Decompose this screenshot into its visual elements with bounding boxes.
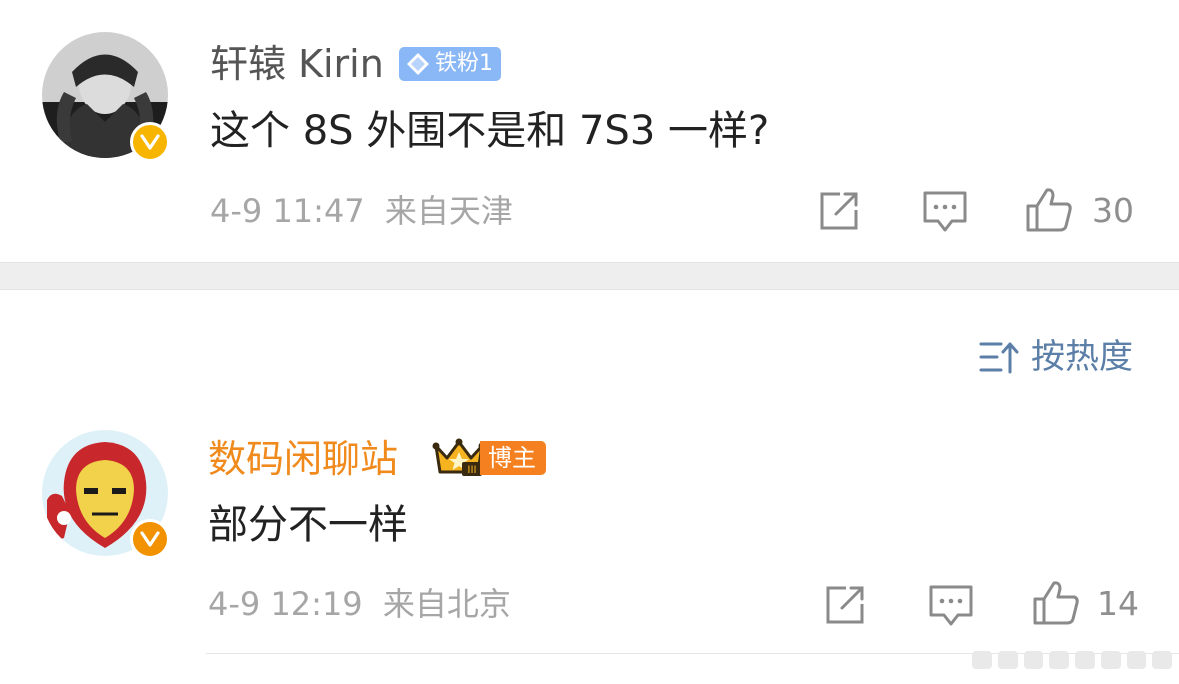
sort-by-hot-button[interactable]: 按热度 bbox=[979, 336, 1133, 378]
time-text: 4-9 11:47 bbox=[210, 192, 365, 230]
comment-icon[interactable] bbox=[928, 584, 974, 628]
crown-icon: III bbox=[432, 438, 486, 476]
verified-badge-icon bbox=[130, 519, 170, 559]
like-icon[interactable] bbox=[1025, 187, 1073, 233]
comment-text: 这个 8S 外围不是和 7S3 一样? bbox=[210, 108, 770, 154]
share-icon[interactable] bbox=[818, 190, 862, 232]
location-text: 来自北京 bbox=[382, 585, 511, 623]
location-text: 来自天津 bbox=[384, 192, 513, 230]
diamond-icon bbox=[407, 53, 429, 75]
share-icon[interactable] bbox=[824, 584, 868, 626]
verified-badge-icon bbox=[130, 122, 170, 162]
comment-icon[interactable] bbox=[922, 190, 968, 234]
section-divider bbox=[0, 262, 1179, 290]
scroll-indicator bbox=[972, 650, 1172, 670]
reply-card: 轩辕 Kirin 铁粉1 这个 8S 外围不是和 7S3 一样? 4-9 11:… bbox=[0, 0, 1179, 262]
fan-badge-label: 铁粉1 bbox=[435, 51, 493, 76]
sort-icon bbox=[979, 342, 1019, 374]
svg-text:III: III bbox=[467, 464, 476, 476]
sort-label: 按热度 bbox=[1031, 337, 1133, 377]
blogger-badge: III 博主 bbox=[432, 438, 546, 478]
comment-text: 部分不一样 bbox=[208, 502, 408, 548]
username[interactable]: 数码闲聊站 bbox=[208, 436, 398, 482]
fan-level-badge: 铁粉1 bbox=[399, 47, 501, 81]
username[interactable]: 轩辕 Kirin bbox=[210, 41, 384, 87]
time-text: 4-9 12:19 bbox=[208, 585, 363, 623]
like-count: 30 bbox=[1092, 191, 1134, 230]
like-count: 14 bbox=[1097, 584, 1139, 623]
comment-time: 4-9 11:47 来自天津 bbox=[210, 191, 513, 231]
like-icon[interactable] bbox=[1032, 580, 1080, 626]
comment-meta: 4-9 12:19 来自北京 bbox=[208, 584, 511, 624]
blogger-badge-label: 博主 bbox=[480, 441, 546, 475]
